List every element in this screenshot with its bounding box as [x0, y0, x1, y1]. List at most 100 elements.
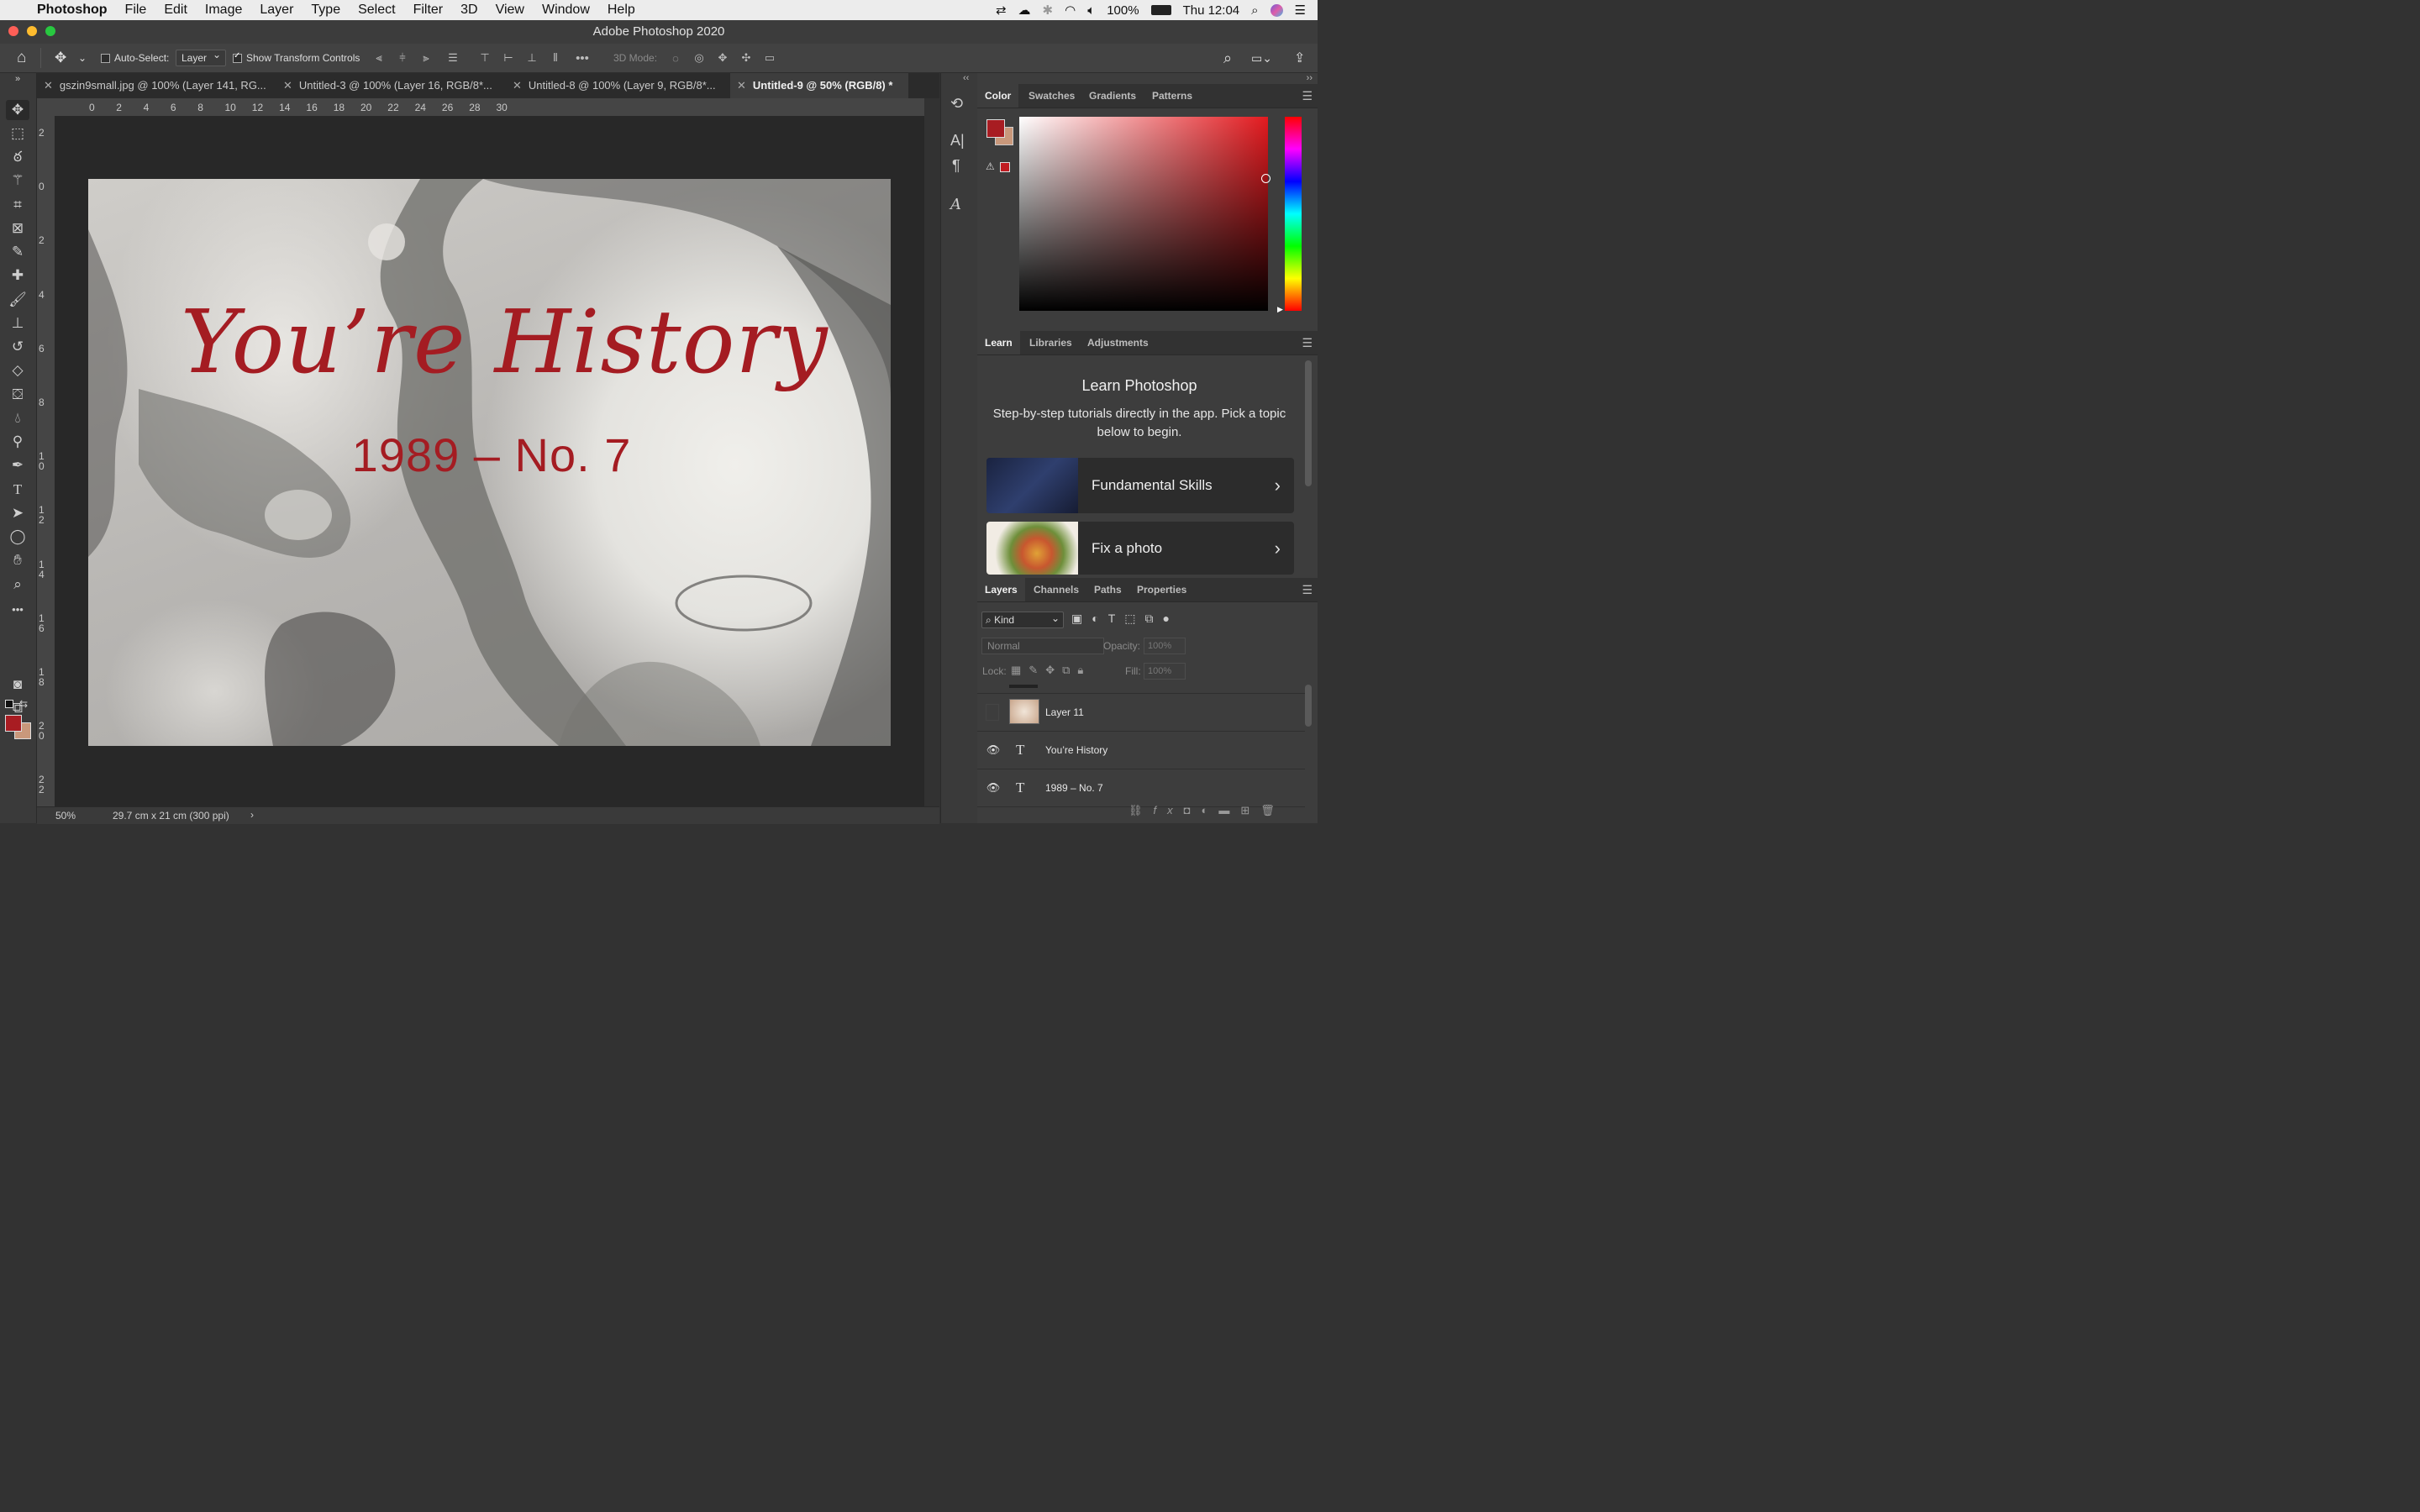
pen-tool-icon[interactable]: ✒	[6, 455, 29, 475]
history-brush-tool-icon[interactable]: ↺	[6, 337, 29, 357]
menu-edit[interactable]: Edit	[164, 3, 187, 18]
panel-menu-icon[interactable]: ☰	[1302, 336, 1313, 350]
close-tab-icon[interactable]: ✕	[513, 79, 522, 92]
menu-filter[interactable]: Filter	[413, 3, 444, 18]
tab-gradients[interactable]: Gradients	[1089, 84, 1136, 108]
vertical-ruler[interactable]: 2 0 2 4 6 8 1 0 1 2 1 4 1 6 1 8 2 0 2 2	[37, 116, 55, 806]
menu-window[interactable]: Window	[542, 3, 590, 18]
menu-select[interactable]: Select	[358, 3, 395, 18]
visibility-toggle-off[interactable]	[986, 704, 999, 721]
show-transform-controls-checkbox[interactable]: Show Transform Controls	[233, 44, 360, 72]
align-left-icon[interactable]: ⫷	[367, 51, 391, 65]
align-top-icon[interactable]: ⊤	[473, 51, 497, 65]
menu-image[interactable]: Image	[205, 3, 242, 18]
layers-scrollbar[interactable]	[1305, 685, 1312, 727]
3d-slide-icon[interactable]: ✣	[734, 51, 758, 65]
lasso-tool-icon[interactable]: ఠ	[6, 147, 29, 167]
panel-menu-icon[interactable]: ☰	[1302, 583, 1313, 597]
hue-slider-handle-icon[interactable]: ▶	[1277, 305, 1283, 314]
clone-stamp-tool-icon[interactable]: ⊥	[6, 313, 29, 333]
tab-properties[interactable]: Properties	[1137, 578, 1186, 601]
edit-toolbar-icon[interactable]: •••	[6, 600, 29, 620]
hue-slider[interactable]	[1285, 117, 1302, 311]
adjustment-layer-icon[interactable]: ◐	[1202, 804, 1219, 816]
ellipse-tool-icon[interactable]: ◯	[6, 527, 29, 547]
fill-field[interactable]: 100%	[1144, 663, 1186, 680]
zoom-tool-icon[interactable]: ⌕	[6, 575, 29, 595]
brush-tool-icon[interactable]: 🖌︎	[6, 290, 29, 310]
close-tab-icon[interactable]: ✕	[44, 79, 53, 92]
menubar-clock[interactable]: Thu 12:04	[1183, 3, 1240, 18]
close-window-button[interactable]	[8, 26, 18, 36]
3d-pan-icon[interactable]: ✥	[711, 51, 734, 65]
layer-filter-kind-dropdown[interactable]: ⌕ Kind ⌄	[981, 612, 1064, 628]
menu-app-photoshop[interactable]: Photoshop	[37, 3, 108, 18]
eye-icon[interactable]: 👁︎	[986, 769, 1001, 806]
blend-mode-dropdown[interactable]: Normal	[981, 638, 1104, 654]
tab-channels[interactable]: Channels	[1034, 578, 1079, 601]
workspace-switcher-icon[interactable]: ▭⌄	[1251, 44, 1272, 72]
paragraph-panel-icon[interactable]: ¶	[952, 157, 960, 175]
horizontal-ruler[interactable]: 0 2 4 6 8 10 12 14 16 18 20 22 24 26 28 30	[37, 98, 924, 117]
color-field[interactable]	[1019, 117, 1270, 311]
3d-orbit-icon[interactable]: ◌	[664, 52, 687, 65]
blur-tool-icon[interactable]: 💧︎	[6, 408, 29, 428]
close-tab-icon[interactable]: ✕	[283, 79, 292, 92]
layer-name[interactable]: 1989 – No. 7	[1045, 769, 1103, 806]
battery-icon[interactable]	[1150, 5, 1171, 15]
eye-icon[interactable]: 👁︎	[986, 732, 1001, 769]
layer-name[interactable]: Layer 11	[1045, 694, 1084, 731]
new-group-icon[interactable]: ▬	[1218, 804, 1240, 816]
gamut-warning-icon[interactable]: ⚠	[986, 160, 995, 172]
menu-help[interactable]: Help	[608, 3, 635, 18]
opacity-field[interactable]: 100%	[1144, 638, 1186, 654]
tab-untitled-8[interactable]: ✕ Untitled-8 @ 100% (Layer 9, RGB/8*...	[506, 73, 735, 98]
screen-mode-icon[interactable]: ⧉	[6, 698, 29, 718]
tab-untitled-3[interactable]: ✕ Untitled-3 @ 100% (Layer 16, RGB/8*...	[276, 73, 510, 98]
zoom-window-button[interactable]	[45, 26, 55, 36]
creative-cloud-icon[interactable]: ☁	[1018, 3, 1031, 18]
gamut-swatch[interactable]	[1000, 162, 1010, 172]
add-mask-icon[interactable]: ◘	[1184, 804, 1202, 816]
layer-row-partial[interactable]	[977, 685, 1305, 694]
filter-adjustment-icon[interactable]: ◐	[1092, 612, 1107, 625]
spotlight-search-icon[interactable]: ⌕	[1251, 3, 1258, 18]
volume-icon[interactable]: 🔈︎	[1087, 3, 1095, 18]
sync-icon[interactable]: ⇄	[996, 3, 1007, 18]
align-right-icon[interactable]: ⫸	[414, 51, 438, 65]
bluetooth-icon[interactable]: ✱	[1043, 3, 1054, 18]
tab-libraries[interactable]: Libraries	[1029, 331, 1072, 354]
filter-pixel-icon[interactable]: ▣	[1071, 612, 1092, 625]
filter-toggle-icon[interactable]: ●	[1163, 612, 1179, 625]
panel-menu-icon[interactable]: ☰	[1302, 89, 1313, 103]
crop-tool-icon[interactable]: ⌗	[6, 195, 29, 215]
notification-center-icon[interactable]: ☰	[1295, 3, 1306, 18]
delete-layer-icon[interactable]: 🗑︎	[1260, 804, 1286, 816]
auto-select-dropdown[interactable]: Layer	[176, 49, 227, 66]
tab-paths[interactable]: Paths	[1094, 578, 1122, 601]
tab-layers[interactable]: Layers	[977, 578, 1025, 601]
eyedropper-tool-icon[interactable]: ✎	[6, 242, 29, 262]
magic-wand-tool-icon[interactable]: ⚚	[6, 171, 29, 191]
distribute-horizontal-icon[interactable]: ☰	[441, 51, 465, 65]
minimize-window-button[interactable]	[27, 26, 37, 36]
layer-row[interactable]: 👁︎ T You’re History	[977, 732, 1305, 769]
learn-card-fundamental-skills[interactable]: Fundamental Skills ›	[986, 458, 1294, 513]
menu-view[interactable]: View	[496, 3, 524, 18]
zoom-level[interactable]: 50%	[55, 810, 76, 822]
path-selection-tool-icon[interactable]: ➤	[6, 503, 29, 523]
move-tool-icon[interactable]: ✥	[6, 100, 29, 120]
menu-layer[interactable]: Layer	[260, 3, 293, 18]
lock-transparent-icon[interactable]: ▦	[1011, 664, 1028, 676]
menu-3d[interactable]: 3D	[460, 3, 477, 18]
paint-bucket-tool-icon[interactable]: ⛋	[6, 385, 29, 405]
character-panel-icon[interactable]: A|	[950, 132, 965, 150]
glyphs-panel-icon[interactable]: A	[950, 196, 961, 213]
layer-style-icon[interactable]: fx	[1154, 804, 1184, 816]
color-foreground-swatch[interactable]	[986, 119, 1005, 138]
hand-tool-icon[interactable]: ✋︎	[6, 550, 29, 570]
chevron-down-icon[interactable]: ⌄	[78, 44, 87, 72]
lock-all-icon[interactable]: 🔒︎	[1077, 664, 1091, 676]
share-icon[interactable]: ⇪	[1294, 44, 1305, 72]
dodge-tool-icon[interactable]: ⚲	[6, 432, 29, 452]
